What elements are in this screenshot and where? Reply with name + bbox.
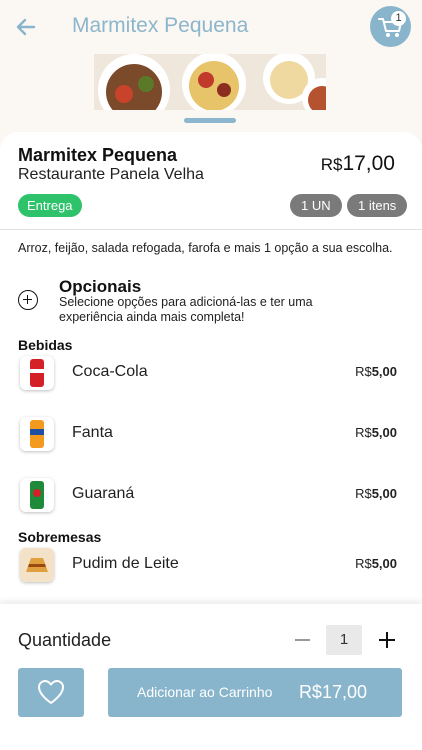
price-value: 17,00: [342, 152, 395, 175]
add-to-cart-button[interactable]: Adicionar ao Carrinho R$17,00: [108, 668, 402, 717]
cart-icon: [378, 18, 402, 37]
top-bar: Marmitex Pequena 1: [0, 0, 422, 54]
minus-icon[interactable]: [292, 629, 314, 651]
item-price: R$5,00: [355, 364, 397, 379]
items-pill: 1 itens: [347, 194, 408, 217]
guarana-can-icon: [20, 478, 54, 512]
page-title: Marmitex Pequena: [72, 14, 249, 37]
add-to-cart-label: Adicionar ao Carrinho: [137, 684, 273, 700]
favorite-button[interactable]: [18, 668, 84, 717]
coca-cola-can-icon: [20, 356, 54, 390]
optionals-title: Opcionais: [59, 277, 142, 296]
list-item[interactable]: Pudim de Leite R$5,00: [0, 543, 422, 587]
plus-circle-icon[interactable]: [18, 290, 38, 310]
price-currency: R$: [320, 155, 343, 174]
quantity-value[interactable]: 1: [326, 625, 362, 655]
product-image: [94, 54, 326, 110]
cart-count-badge: 1: [391, 11, 406, 26]
pudim-icon: [20, 548, 54, 582]
heart-icon: [38, 680, 64, 704]
item-name: Pudim de Leite: [72, 555, 179, 572]
list-item[interactable]: Fanta R$5,00: [0, 412, 422, 456]
delivery-badge: Entrega: [18, 194, 82, 217]
restaurant-name: Restaurante Panela Velha: [18, 166, 204, 183]
quantity-label: Quantidade: [18, 630, 112, 650]
plus-icon[interactable]: [376, 629, 398, 651]
product-name: Marmitex Pequena: [18, 145, 178, 165]
item-name: Guaraná: [72, 485, 135, 502]
product-price: R$17,00: [321, 152, 395, 176]
divider: [0, 229, 422, 230]
item-name: Fanta: [72, 424, 113, 441]
add-to-cart-price: R$17,00: [298, 682, 367, 702]
image-drag-handle[interactable]: [184, 118, 236, 123]
back-button[interactable]: [14, 14, 40, 40]
item-price: R$5,00: [355, 556, 397, 571]
item-price: R$5,00: [355, 425, 397, 440]
item-name: Coca-Cola: [72, 363, 148, 380]
bottom-bar: Quantidade 1 Adicionar ao Carrinho R$17,…: [0, 604, 422, 750]
list-item[interactable]: Coca-Cola R$5,00: [0, 351, 422, 395]
list-item[interactable]: Guaraná R$5,00: [0, 473, 422, 517]
arrow-left-icon: [16, 18, 36, 36]
item-price: R$5,00: [355, 486, 397, 501]
cart-button[interactable]: 1: [370, 6, 411, 47]
product-description: Arroz, feijão, salada refogada, farofa e…: [18, 241, 393, 255]
optionals-subtitle: Selecione opções para adicioná-las e ter…: [59, 295, 313, 324]
fanta-can-icon: [20, 417, 54, 451]
unit-pill: 1 UN: [290, 194, 342, 217]
